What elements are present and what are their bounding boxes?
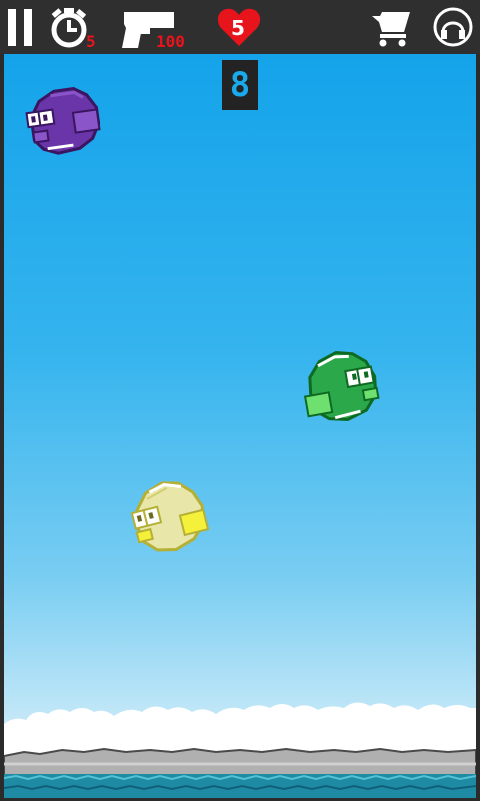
audio-button[interactable] xyxy=(432,0,474,54)
top-bar: 5 100 5 xyxy=(0,0,480,54)
timer-count: 5 xyxy=(86,32,96,51)
stopwatch-powerup[interactable]: 5 xyxy=(48,0,104,54)
purple-bird[interactable] xyxy=(24,84,106,158)
pause-icon xyxy=(8,9,32,46)
headphones-icon xyxy=(433,7,473,47)
score-display: 8 xyxy=(222,60,258,110)
ammo-count: 100 xyxy=(156,32,185,51)
ammo-indicator[interactable]: 100 xyxy=(118,0,194,54)
green-bird[interactable] xyxy=(300,348,384,426)
lives-indicator: 5 xyxy=(216,0,262,54)
pause-button[interactable] xyxy=(6,0,38,54)
shop-button[interactable] xyxy=(370,0,412,54)
game-playfield[interactable]: 8 xyxy=(4,54,476,798)
lives-count: 5 xyxy=(231,16,245,40)
scenery-ground xyxy=(4,702,476,798)
cart-icon xyxy=(372,12,410,47)
yellow-bird[interactable] xyxy=(128,478,212,556)
